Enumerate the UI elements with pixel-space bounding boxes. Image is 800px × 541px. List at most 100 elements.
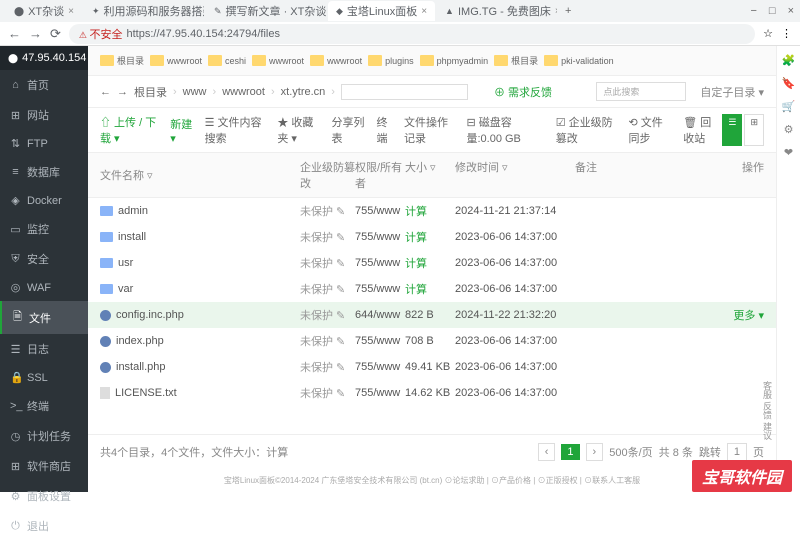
sidebar-item-FTP[interactable]: ⇅FTP: [0, 130, 88, 157]
quick-folder[interactable]: 根目录: [494, 54, 538, 67]
col-permission[interactable]: 权限/所有者: [355, 159, 405, 191]
file-ops-log-button[interactable]: 文件操作记录: [404, 114, 456, 146]
security-status[interactable]: 未保护 ✎: [300, 255, 355, 271]
security-status[interactable]: 未保护 ✎: [300, 307, 355, 323]
menu-icon[interactable]: ⋮: [781, 27, 792, 40]
path-input[interactable]: [341, 84, 468, 100]
upload-button[interactable]: ⇧ 上传 / 下载 ▾: [100, 114, 160, 146]
bc-part[interactable]: www: [183, 86, 207, 98]
new-button[interactable]: 新建 ▾: [170, 116, 194, 145]
permission[interactable]: 755/www: [355, 335, 405, 347]
sidebar-item-SSL[interactable]: 🔒SSL: [0, 364, 88, 391]
feedback-sidebar[interactable]: 客服 反馈 建议: [761, 381, 774, 440]
security-status[interactable]: 未保护 ✎: [300, 385, 355, 401]
tamper-protect-button[interactable]: ☑ 企业级防篡改: [556, 114, 619, 146]
permission[interactable]: 755/www: [355, 283, 405, 295]
security-status[interactable]: 未保护 ✎: [300, 203, 355, 219]
sidebar-item-软件商店[interactable]: ⊞软件商店: [0, 451, 88, 481]
bc-part[interactable]: wwwroot: [222, 86, 265, 98]
sidebar-item-安全[interactable]: ⛨安全: [0, 244, 88, 274]
forward-button[interactable]: →: [29, 26, 42, 41]
grid-view-button[interactable]: ⊞: [744, 114, 764, 146]
reload-button[interactable]: ⟳: [50, 26, 61, 42]
permission[interactable]: 755/www: [355, 231, 405, 243]
new-tab-button[interactable]: +: [559, 5, 577, 17]
rail-icon[interactable]: ⚙: [784, 123, 794, 136]
rail-icon[interactable]: 🧩: [782, 54, 796, 67]
sidebar-item-数据库[interactable]: ≡数据库: [0, 157, 88, 187]
file-size[interactable]: 计算: [405, 255, 455, 271]
bc-forward-button[interactable]: →: [117, 86, 128, 98]
row-more-button[interactable]: 更多 ▾: [724, 307, 764, 323]
back-button[interactable]: ←: [8, 26, 21, 41]
quick-folder[interactable]: wwwroot: [150, 54, 202, 67]
close-icon[interactable]: ×: [421, 6, 427, 17]
terminal-button[interactable]: 终端: [377, 114, 394, 146]
bc-root[interactable]: 根目录: [134, 84, 167, 100]
sidebar-item-退出[interactable]: ⏻退出: [0, 511, 88, 541]
permission[interactable]: 755/www: [355, 205, 405, 217]
next-page-button[interactable]: ›: [586, 443, 604, 461]
table-row[interactable]: usr未保护 ✎755/www计算2023-06-06 14:37:00: [88, 250, 776, 276]
security-status[interactable]: 未保护 ✎: [300, 229, 355, 245]
browser-tab[interactable]: ⬤ XT杂谈 ×: [6, 1, 82, 21]
subdir-dropdown[interactable]: 自定子目录 ▾: [700, 84, 764, 100]
quick-folder[interactable]: pki-validation: [544, 54, 614, 67]
quick-folder[interactable]: wwwroot: [252, 54, 304, 67]
sidebar-item-网站[interactable]: ⊞网站: [0, 100, 88, 130]
quick-folder[interactable]: ceshi: [208, 54, 246, 67]
table-row[interactable]: install未保护 ✎755/www计算2023-06-06 14:37:00: [88, 224, 776, 250]
recycle-bin-button[interactable]: 🗑 回收站: [683, 114, 712, 146]
sidebar-item-Docker[interactable]: ◈Docker: [0, 187, 88, 214]
quick-folder[interactable]: phpmyadmin: [420, 54, 489, 67]
sidebar-item-监控[interactable]: ▭监控: [0, 214, 88, 244]
permission[interactable]: 644/www: [355, 309, 405, 321]
file-size[interactable]: 计算: [405, 281, 455, 297]
sidebar-item-日志[interactable]: ☰日志: [0, 334, 88, 364]
sidebar-item-面板设置[interactable]: ⚙面板设置: [0, 481, 88, 511]
close-icon[interactable]: ×: [555, 6, 557, 17]
sidebar-item-终端[interactable]: >_终端: [0, 391, 88, 421]
perpage-select[interactable]: 500条/页: [609, 444, 652, 460]
file-size[interactable]: 计算: [405, 229, 455, 245]
file-sync-button[interactable]: ⟲ 文件同步: [628, 114, 673, 146]
browser-tab[interactable]: ✦ 利用源码和服务器搭建一个网站... ×: [84, 1, 204, 21]
sidebar-item-计划任务[interactable]: ◷计划任务: [0, 421, 88, 451]
permission[interactable]: 755/www: [355, 361, 405, 373]
prev-page-button[interactable]: ‹: [538, 443, 556, 461]
col-security[interactable]: 企业级防篡改: [300, 159, 355, 191]
security-status[interactable]: 未保护 ✎: [300, 333, 355, 349]
feedback-link[interactable]: ⊕ 需求反馈: [494, 84, 552, 100]
permission[interactable]: 755/www: [355, 257, 405, 269]
list-view-button[interactable]: ☰: [722, 114, 742, 146]
table-row[interactable]: LICENSE.txt未保护 ✎755/www14.62 KB2023-06-0…: [88, 380, 776, 406]
close-button[interactable]: ×: [788, 5, 794, 17]
browser-tab[interactable]: ◆ 宝塔Linux面板 ×: [328, 1, 435, 21]
address-bar[interactable]: ⚠ 不安全 https://47.95.40.154:24794/files: [69, 24, 755, 44]
rail-icon[interactable]: 🛒: [782, 100, 796, 113]
bookmark-icon[interactable]: ☆: [763, 27, 773, 40]
sidebar-item-文件[interactable]: 🗎文件: [0, 301, 88, 334]
file-search-input[interactable]: 点此搜索: [596, 82, 686, 101]
col-name[interactable]: 文件名称 ▿: [100, 159, 300, 191]
close-icon[interactable]: ×: [68, 6, 74, 17]
table-row[interactable]: index.php未保护 ✎755/www708 B2023-06-06 14:…: [88, 328, 776, 354]
table-row[interactable]: var未保护 ✎755/www计算2023-06-06 14:37:00: [88, 276, 776, 302]
col-time[interactable]: 修改时间 ▿: [455, 159, 575, 191]
file-size[interactable]: 计算: [405, 203, 455, 219]
sidebar-item-首页[interactable]: ⌂首页: [0, 70, 88, 100]
quick-folder[interactable]: 根目录: [100, 54, 144, 67]
content-search-button[interactable]: ☰ 文件内容搜索: [205, 114, 268, 146]
quick-folder[interactable]: plugins: [368, 54, 414, 67]
security-status[interactable]: 未保护 ✎: [300, 359, 355, 375]
favorites-button[interactable]: ★ 收藏夹 ▾: [277, 114, 321, 146]
browser-tab[interactable]: ▲ IMG.TG - 免费图床 ×: [437, 1, 557, 21]
browser-tab[interactable]: ✎ 撰写新文章 · XT杂谈 - Powered... ×: [206, 1, 326, 21]
table-row[interactable]: admin未保护 ✎755/www计算2024-11-21 21:37:14: [88, 198, 776, 224]
minimize-button[interactable]: −: [750, 5, 756, 17]
rail-icon[interactable]: ❤: [784, 146, 793, 159]
quick-folder[interactable]: wwwroot: [310, 54, 362, 67]
table-row[interactable]: install.php未保护 ✎755/www49.41 KB2023-06-0…: [88, 354, 776, 380]
bc-part[interactable]: xt.ytre.cn: [281, 86, 326, 98]
maximize-button[interactable]: □: [769, 5, 776, 17]
